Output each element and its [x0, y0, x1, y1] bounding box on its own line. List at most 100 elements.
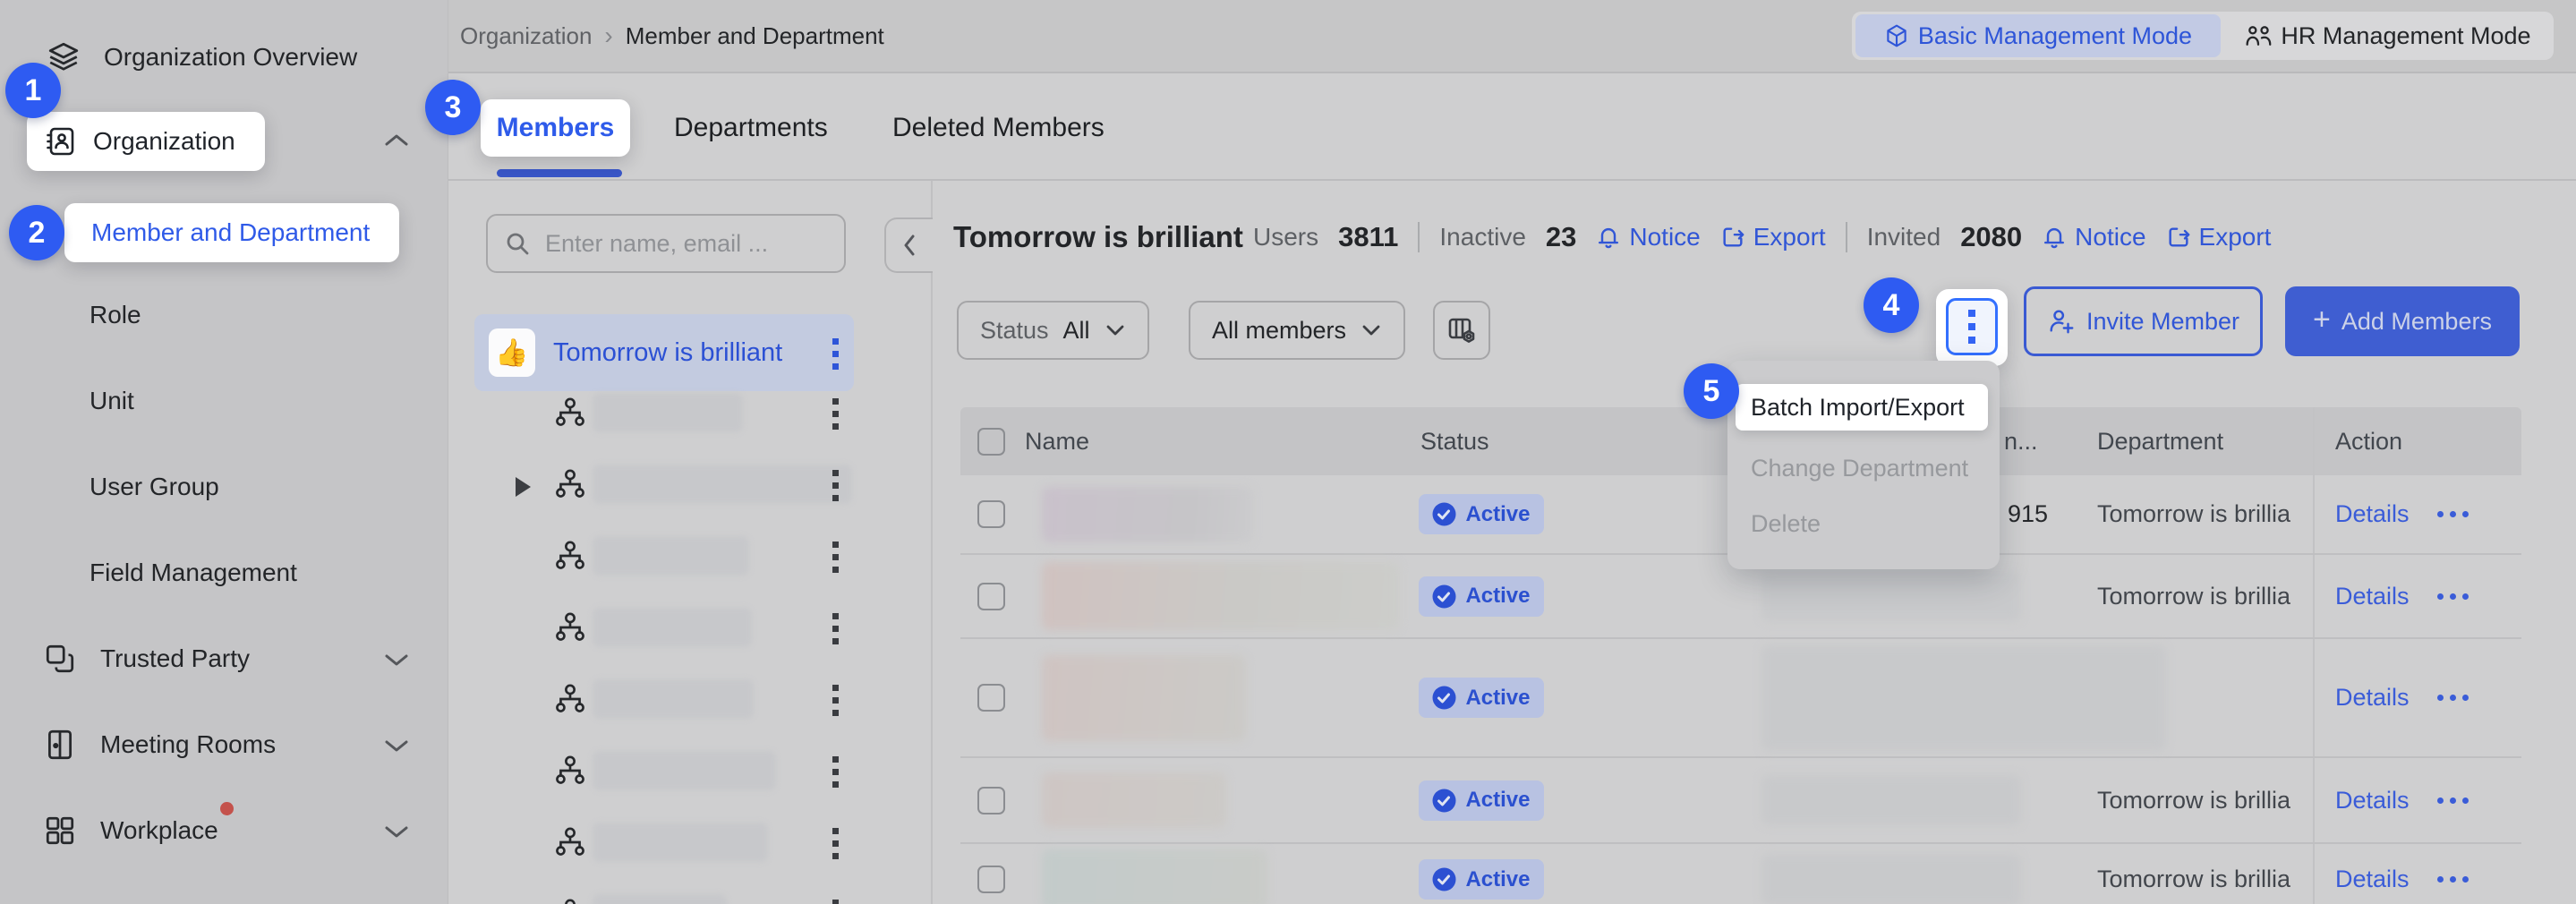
redacted-name-bar: [593, 823, 768, 862]
sidebar-item-label: Field Management: [90, 559, 297, 587]
sidebar-item-user-group[interactable]: User Group: [90, 456, 219, 517]
org-node-icon: [553, 897, 587, 904]
tab-deleted-members[interactable]: Deleted Members: [892, 99, 1105, 157]
basic-management-mode-tab[interactable]: Basic Management Mode: [1855, 14, 2221, 57]
kebab-menu-icon[interactable]: [832, 613, 839, 644]
inactive-notice-link[interactable]: Notice: [1596, 223, 1700, 252]
column-header-department[interactable]: Department: [2097, 407, 2223, 475]
cell-name: [1042, 555, 1400, 637]
cell-middle-text: 915: [2008, 475, 2048, 553]
table-row[interactable]: Active Tomorrow is brillia Details: [960, 758, 2521, 844]
row-more-actions-icon[interactable]: [2437, 475, 2469, 553]
sidebar-item-label: User Group: [90, 473, 219, 501]
check-circle-icon: [1432, 502, 1456, 526]
sidebar-item-label: Unit: [90, 387, 134, 415]
menu-item-delete[interactable]: Delete: [1751, 502, 1983, 545]
details-link[interactable]: Details: [2335, 758, 2410, 842]
row-more-actions-icon[interactable]: [2437, 555, 2469, 637]
sidebar-item-field-management[interactable]: Field Management: [90, 542, 297, 603]
chevron-down-icon: [1105, 322, 1126, 338]
tree-item-redacted[interactable]: [474, 520, 854, 592]
sidebar-item-trusted-party[interactable]: Trusted Party: [43, 628, 250, 689]
chevron-down-icon[interactable]: [383, 650, 410, 669]
sidebar-item-role[interactable]: Role: [90, 285, 141, 345]
chevron-down-icon[interactable]: [383, 822, 410, 841]
tree-item-redacted[interactable]: [474, 663, 854, 735]
row-checkbox[interactable]: [977, 639, 1005, 756]
sidebar-item-unit[interactable]: Unit: [90, 371, 134, 431]
invited-notice-link[interactable]: Notice: [2042, 223, 2145, 252]
tab-departments[interactable]: Departments: [674, 99, 828, 157]
breadcrumb-parent[interactable]: Organization: [460, 22, 592, 50]
breadcrumb-current: Member and Department: [626, 22, 884, 50]
invite-member-button[interactable]: Invite Member: [2024, 286, 2263, 356]
row-checkbox[interactable]: [977, 555, 1005, 637]
sidebar-item-meeting-rooms[interactable]: Meeting Rooms: [43, 714, 276, 775]
column-header-status[interactable]: Status: [1420, 407, 1489, 475]
tree-item-redacted[interactable]: [474, 448, 854, 520]
menu-item-change-department[interactable]: Change Department: [1751, 447, 1983, 490]
add-members-label: Add Members: [2341, 308, 2492, 336]
kebab-menu-icon[interactable]: [832, 756, 839, 788]
inactive-value: 23: [1546, 221, 1576, 253]
column-header-truncated[interactable]: n...: [2004, 407, 2038, 475]
kebab-menu-icon[interactable]: [832, 828, 839, 859]
kebab-menu-icon[interactable]: [832, 542, 839, 573]
row-checkbox[interactable]: [977, 475, 1005, 553]
details-link[interactable]: Details: [2335, 475, 2410, 553]
department-title: Tomorrow is brilliant: [953, 207, 1243, 268]
tree-item-redacted[interactable]: [474, 878, 854, 904]
panel-divider: [931, 181, 933, 904]
cell-middle-blur: [1761, 844, 2021, 904]
row-more-actions-icon[interactable]: [2437, 639, 2469, 756]
inactive-export-link[interactable]: Export: [1720, 223, 1826, 252]
tree-item-redacted[interactable]: [474, 735, 854, 806]
sidebar-item-label: Organization: [93, 127, 235, 156]
row-more-actions-icon[interactable]: [2437, 844, 2469, 904]
row-more-actions-icon[interactable]: [2437, 758, 2469, 842]
kebab-menu-icon[interactable]: [832, 338, 839, 370]
tab-members[interactable]: Members: [481, 99, 630, 157]
sidebar-item-organization-overview[interactable]: Organization Overview: [47, 27, 357, 88]
tree-item-redacted[interactable]: [474, 377, 854, 448]
more-actions-highlight: [1936, 289, 2008, 366]
details-link[interactable]: Details: [2335, 555, 2410, 637]
users-value: 3811: [1338, 221, 1398, 253]
hr-management-mode-tab[interactable]: HR Management Mode: [2228, 14, 2548, 57]
tree-item-redacted[interactable]: [474, 806, 854, 878]
kebab-menu-icon[interactable]: [832, 398, 839, 430]
collapse-panel-handle[interactable]: [884, 217, 933, 273]
tree-item-redacted[interactable]: [474, 592, 854, 663]
status-filter-dropdown[interactable]: Status All: [957, 301, 1149, 360]
search-input[interactable]: [543, 229, 815, 259]
member-scope-dropdown[interactable]: All members: [1189, 301, 1405, 360]
tabs-divider: [448, 179, 2576, 181]
invited-export-link[interactable]: Export: [2166, 223, 2272, 252]
kebab-menu-icon[interactable]: [832, 900, 839, 904]
column-header-name[interactable]: Name: [1025, 407, 1089, 475]
cell-status: Active: [1419, 758, 1544, 842]
kebab-menu-icon[interactable]: [832, 470, 839, 501]
sidebar-item-member-and-department[interactable]: Member and Department: [64, 203, 399, 262]
column-settings-button[interactable]: [1433, 301, 1490, 360]
table-row[interactable]: Active Tomorrow is brillia Details: [960, 844, 2521, 904]
status-badge: Active: [1419, 678, 1544, 718]
redacted-name-bar: [593, 536, 749, 576]
row-checkbox[interactable]: [977, 844, 1005, 904]
chevron-up-icon[interactable]: [383, 131, 410, 150]
sidebar-item-organization[interactable]: Organization: [27, 112, 265, 171]
sidebar-item-workplace[interactable]: Workplace: [43, 800, 218, 861]
contact-card-icon: [45, 125, 77, 158]
column-header-action[interactable]: Action: [2335, 407, 2402, 475]
menu-item-batch-import-export[interactable]: Batch Import/Export: [1736, 384, 1988, 431]
select-all-checkbox[interactable]: [977, 407, 1005, 475]
expand-caret-icon[interactable]: [516, 477, 531, 497]
chevron-down-icon[interactable]: [383, 736, 410, 755]
more-actions-button[interactable]: [1946, 298, 1998, 355]
kebab-menu-icon[interactable]: [832, 685, 839, 716]
details-link[interactable]: Details: [2335, 844, 2410, 904]
row-checkbox[interactable]: [977, 758, 1005, 842]
add-members-button[interactable]: + Add Members: [2285, 286, 2520, 356]
details-link[interactable]: Details: [2335, 639, 2410, 756]
table-row[interactable]: Active Details: [960, 639, 2521, 758]
